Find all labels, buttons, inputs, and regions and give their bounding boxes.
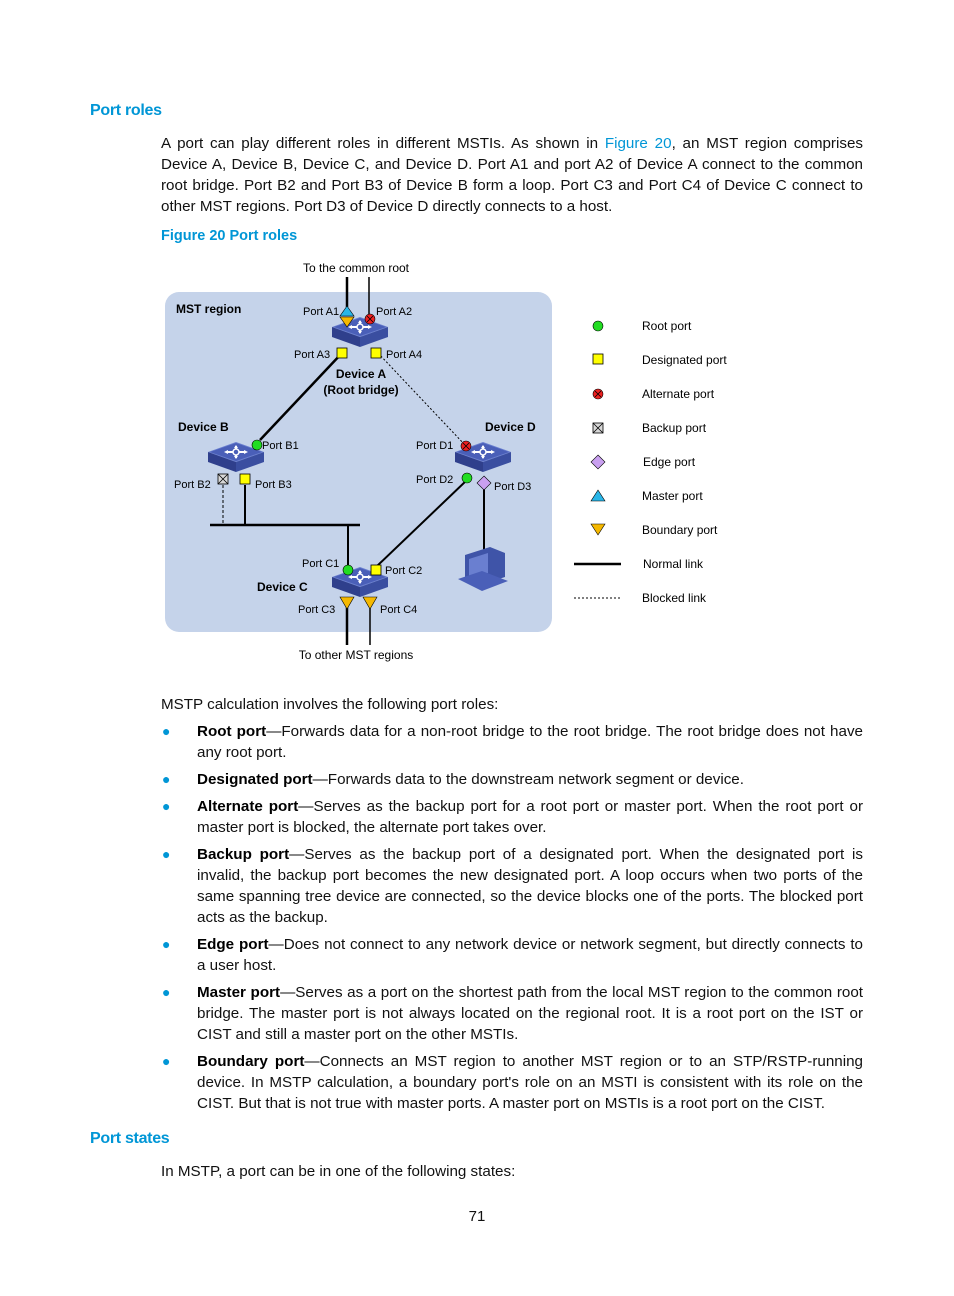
top-label: To the common root bbox=[303, 261, 410, 275]
port-b3-label: Port B3 bbox=[255, 479, 292, 491]
device-a-sublabel: (Root bridge) bbox=[323, 383, 398, 397]
port-b1-label: Port B1 bbox=[262, 440, 299, 452]
device-a-label: Device A bbox=[336, 367, 387, 381]
legend-label-edge: Edge port bbox=[643, 455, 696, 469]
term: Edge port bbox=[197, 936, 269, 953]
legend-backup-port-icon bbox=[592, 422, 604, 434]
port-states-intro: In MSTP, a port can be in one of the fol… bbox=[161, 1163, 516, 1180]
legend-label-designated: Designated port bbox=[642, 353, 727, 367]
port-a2-label: Port A2 bbox=[376, 306, 412, 318]
list-item: ● Backup port—Serves as the backup port o… bbox=[161, 844, 863, 928]
port-b3-designated-icon bbox=[239, 473, 251, 485]
port-c4-label: Port C4 bbox=[380, 604, 417, 616]
section-heading-port-states: Port states bbox=[90, 1130, 170, 1147]
device-d-label: Device D bbox=[485, 420, 536, 434]
description: —Serves as a port on the shortest path f… bbox=[197, 984, 864, 1043]
term: Alternate port bbox=[197, 798, 299, 815]
port-d2-root-icon bbox=[461, 472, 473, 484]
bullet-icon: ● bbox=[162, 723, 171, 739]
legend-master-port-icon bbox=[590, 489, 606, 502]
description: —Forwards data for a non-root bridge to … bbox=[197, 723, 863, 761]
legend-label-master: Master port bbox=[642, 489, 703, 503]
term: Master port bbox=[197, 984, 281, 1001]
device-b-label: Device B bbox=[178, 420, 229, 434]
term: Boundary port bbox=[197, 1053, 305, 1070]
description: —Serves as the backup port of a designat… bbox=[197, 846, 863, 926]
intro-paragraph: A port can play different roles in diffe… bbox=[161, 133, 863, 217]
intro-text: A port can play different roles in diffe… bbox=[161, 135, 605, 152]
list-item: ● Designated port—Forwards data to the do… bbox=[161, 769, 863, 790]
bullet-icon: ● bbox=[162, 798, 171, 814]
legend-label-normal-link: Normal link bbox=[643, 557, 704, 571]
term: Root port bbox=[197, 723, 267, 740]
bullet-icon: ● bbox=[162, 1053, 171, 1069]
port-a3-designated-icon bbox=[336, 347, 348, 359]
bullet-icon: ● bbox=[162, 846, 171, 862]
port-c2-designated-icon bbox=[370, 564, 382, 576]
port-d2-label: Port D2 bbox=[416, 474, 453, 486]
figure-link[interactable]: Figure 20 bbox=[605, 135, 672, 152]
port-d3-label: Port D3 bbox=[494, 481, 531, 493]
port-a2-alternate-icon bbox=[364, 313, 376, 325]
port-a4-designated-icon bbox=[370, 347, 382, 359]
port-a3-label: Port A3 bbox=[294, 349, 330, 361]
term: Backup port bbox=[197, 846, 290, 863]
port-c3-label: Port C3 bbox=[298, 604, 335, 616]
legend-label-root: Root port bbox=[642, 319, 692, 333]
region-label: MST region bbox=[176, 302, 241, 316]
list-item: ● Alternate port—Serves as the backup por… bbox=[161, 796, 863, 838]
list-item: ● Boundary port—Connects an MST region to… bbox=[161, 1051, 863, 1114]
port-roles-list: ● Root port—Forwards data for a non-root … bbox=[161, 721, 863, 1120]
list-item: ● Root port—Forwards data for a non-root … bbox=[161, 721, 863, 763]
port-b2-backup-icon bbox=[217, 473, 229, 485]
page-number: 71 bbox=[468, 1208, 486, 1225]
legend-label-boundary: Boundary port bbox=[642, 523, 718, 537]
port-a1-label: Port A1 bbox=[303, 306, 339, 318]
term: Designated port bbox=[197, 771, 313, 788]
port-d1-label: Port D1 bbox=[416, 440, 453, 452]
bullet-icon: ● bbox=[162, 936, 171, 952]
device-c-label: Device C bbox=[257, 580, 308, 594]
port-a4-label: Port A4 bbox=[386, 349, 422, 361]
list-item: ● Master port—Serves as a port on the sho… bbox=[161, 982, 863, 1045]
port-roles-diagram: MST region To the common root Device A (… bbox=[165, 261, 727, 662]
list-intro: MSTP calculation involves the following … bbox=[161, 696, 499, 713]
port-c2-label: Port C2 bbox=[385, 565, 422, 577]
legend-label-backup: Backup port bbox=[642, 421, 707, 435]
bottom-label: To other MST regions bbox=[299, 648, 414, 662]
legend-boundary-port-icon bbox=[590, 523, 606, 536]
legend-alternate-port-icon bbox=[592, 388, 604, 400]
section-heading-port-roles: Port roles bbox=[90, 102, 162, 119]
legend-label-blocked-link: Blocked link bbox=[642, 591, 707, 605]
legend-designated-port-icon bbox=[592, 353, 604, 365]
port-b1-root-icon bbox=[251, 439, 263, 451]
bullet-icon: ● bbox=[162, 771, 171, 787]
list-item: ● Edge port—Does not connect to any netwo… bbox=[161, 934, 863, 976]
port-d1-alternate-icon bbox=[460, 440, 472, 452]
port-b2-label: Port B2 bbox=[174, 479, 211, 491]
legend: Root port Designated port Alternate port… bbox=[574, 319, 727, 605]
figure-caption: Figure 20 Port roles bbox=[161, 228, 298, 244]
bullet-icon: ● bbox=[162, 984, 171, 1000]
port-c1-label: Port C1 bbox=[302, 558, 339, 570]
description: —Does not connect to any network device … bbox=[197, 936, 863, 974]
legend-root-port-icon bbox=[592, 320, 604, 332]
port-c1-root-icon bbox=[342, 564, 354, 576]
legend-label-alternate: Alternate port bbox=[642, 387, 715, 401]
legend-edge-port-icon bbox=[590, 454, 606, 470]
description: —Forwards data to the downstream network… bbox=[312, 771, 744, 788]
